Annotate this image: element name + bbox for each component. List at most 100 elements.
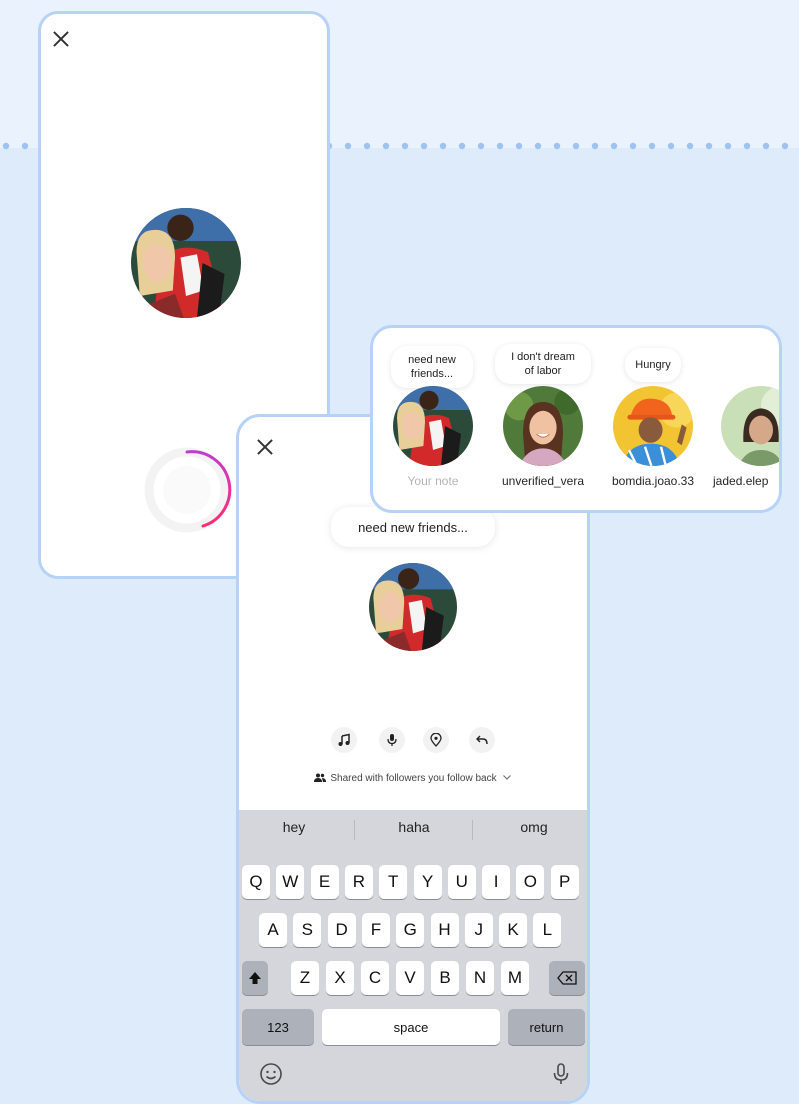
key-e[interactable]: E [310, 865, 339, 899]
divider-dot [439, 142, 447, 150]
key-k[interactable]: K [499, 913, 528, 947]
key-w[interactable]: W [276, 865, 305, 899]
loading-spinner [141, 444, 233, 536]
avatar [393, 386, 473, 466]
backspace-icon [557, 971, 577, 985]
divider-dot [496, 142, 504, 150]
divider-dot [572, 142, 580, 150]
divider-dot [781, 142, 789, 150]
chevron-down-icon [502, 775, 511, 780]
divider-dot [344, 142, 352, 150]
username: jaded.elep [713, 474, 769, 488]
username: Your note [407, 474, 459, 488]
return-key[interactable]: return [508, 1009, 585, 1045]
key-c[interactable]: C [361, 961, 389, 995]
key-b[interactable]: B [431, 961, 459, 995]
compose-note-screen: need new friends... Shared with follower… [236, 414, 590, 1104]
divider-dot [420, 142, 428, 150]
divider-dot [591, 142, 599, 150]
avatar [503, 386, 583, 466]
note-bubble: I don't dream of labor [495, 344, 591, 384]
divider-dot [534, 142, 542, 150]
numbers-key[interactable]: 123 [242, 1009, 314, 1045]
divider-dot [610, 142, 618, 150]
divider-dot [515, 142, 523, 150]
divider-dot [648, 142, 656, 150]
key-v[interactable]: V [396, 961, 424, 995]
keyboard: hey haha omg 123 space return QWERTYUIOP… [239, 810, 587, 1101]
note-bubble: Hungry [625, 348, 681, 382]
audience-label: Shared with followers you follow back [330, 773, 497, 784]
suggestion-3[interactable]: omg [484, 819, 584, 835]
key-i[interactable]: I [482, 865, 511, 899]
divider-dot [363, 142, 371, 150]
suggestion-1[interactable]: hey [244, 819, 344, 835]
divider-dot [382, 142, 390, 150]
divider-dot [553, 142, 561, 150]
divider-dot [477, 142, 485, 150]
music-icon[interactable] [331, 727, 357, 753]
key-p[interactable]: P [550, 865, 579, 899]
note-text: need new friends... [358, 519, 468, 535]
key-f[interactable]: F [361, 913, 390, 947]
divider-dot [686, 142, 694, 150]
key-j[interactable]: J [464, 913, 493, 947]
key-q[interactable]: Q [242, 865, 270, 899]
note-text: Hungry [635, 359, 671, 371]
close-icon[interactable] [255, 437, 275, 457]
microphone-icon[interactable] [379, 727, 405, 753]
note-item-jaded-elep[interactable]: jaded.elep [711, 328, 779, 510]
key-o[interactable]: O [516, 865, 545, 899]
key-g[interactable]: G [396, 913, 425, 947]
shift-key[interactable] [242, 961, 268, 995]
profile-photo [131, 208, 241, 318]
backspace-key[interactable] [549, 961, 585, 995]
key-d[interactable]: D [327, 913, 356, 947]
emoji-icon[interactable] [259, 1062, 283, 1086]
key-n[interactable]: N [466, 961, 494, 995]
note-item-unverified-vera[interactable]: I don't dream of labor unverified_vera [493, 328, 593, 510]
reply-icon[interactable] [469, 727, 495, 753]
divider-dot [401, 142, 409, 150]
key-y[interactable]: Y [413, 865, 442, 899]
note-item-your-note[interactable]: need new friends... Your note [383, 328, 483, 510]
avatar [721, 386, 779, 466]
divider-dot [705, 142, 713, 150]
people-icon [314, 773, 327, 782]
key-x[interactable]: X [326, 961, 354, 995]
divider-dot [667, 142, 675, 150]
key-m[interactable]: M [501, 961, 529, 995]
key-r[interactable]: R [344, 865, 373, 899]
suggestion-divider [354, 820, 355, 840]
note-text-bubble[interactable]: need new friends... [331, 507, 495, 547]
key-t[interactable]: T [379, 865, 408, 899]
key-h[interactable]: H [430, 913, 459, 947]
divider-dot [2, 142, 10, 150]
close-icon[interactable] [51, 29, 71, 49]
divider-dot [743, 142, 751, 150]
note-text: I don't dream of labor [511, 351, 575, 377]
space-key[interactable]: space [322, 1009, 500, 1045]
key-a[interactable]: A [259, 913, 287, 947]
key-s[interactable]: S [293, 913, 322, 947]
note-item-bomdia-joao-33[interactable]: Hungry bomdia.joao.33 [603, 328, 703, 510]
location-icon[interactable] [423, 727, 449, 753]
note-text: need new friends... [408, 354, 456, 380]
audience-selector[interactable]: Shared with followers you follow back [239, 773, 587, 784]
note-bubble: need new friends... [391, 346, 473, 388]
compose-profile-photo [369, 563, 457, 651]
key-z[interactable]: Z [291, 961, 319, 995]
key-u[interactable]: U [447, 865, 476, 899]
dictation-microphone-icon[interactable] [549, 1062, 573, 1086]
shift-icon [249, 972, 261, 984]
divider-dot [724, 142, 732, 150]
divider-dot [762, 142, 770, 150]
key-l[interactable]: L [533, 913, 562, 947]
username: unverified_vera [501, 474, 585, 488]
divider-dot [629, 142, 637, 150]
divider-dot [458, 142, 466, 150]
username: bomdia.joao.33 [611, 474, 695, 488]
suggestion-2[interactable]: haha [364, 819, 464, 835]
suggestion-divider [472, 820, 473, 840]
notes-tray-card: need new friends... Your note I don't dr… [370, 325, 782, 513]
